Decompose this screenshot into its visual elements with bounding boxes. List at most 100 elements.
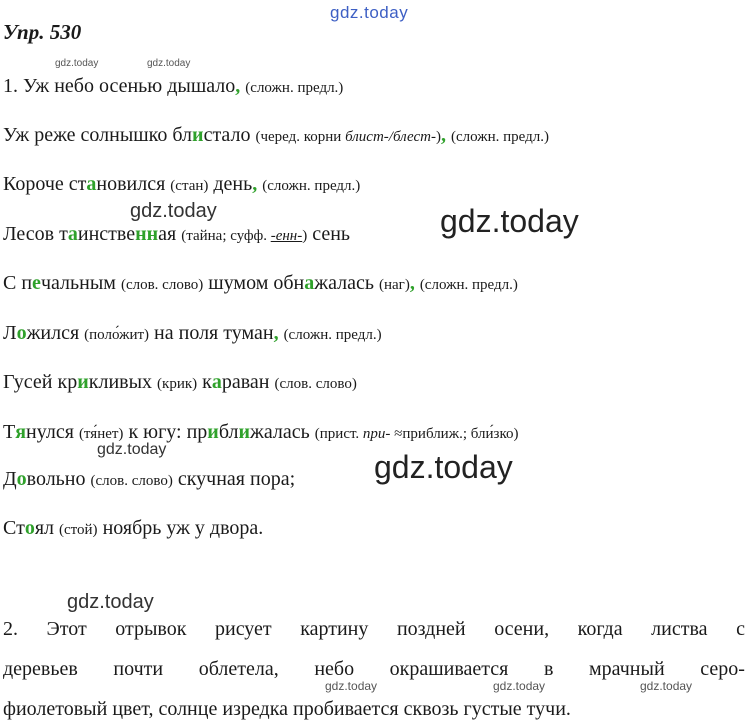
highlight-letter: о	[24, 517, 35, 539]
line-text: Л	[3, 322, 17, 344]
watermark-mid: gdz.today	[97, 441, 167, 458]
line-text: инстве	[77, 223, 136, 245]
highlight-letter: о	[16, 322, 27, 344]
poem-line-6: Ложился (поло́жит) на поля туман, (сложн…	[3, 323, 382, 343]
grammar-note: (поло́жит)	[84, 327, 150, 343]
word: отрывок	[115, 618, 187, 640]
paragraph-2-row-3: фиолетовый цвет, солнце изредка пробивае…	[3, 698, 571, 720]
line-text: Уж реже солнышко бл	[3, 124, 193, 146]
poem-line-3: Короче становился (стан) день, (сложн. п…	[3, 174, 360, 194]
poem-line-1: 1. Уж небо осенью дышало, (сложн. предл.…	[3, 76, 343, 96]
grammar-note: ≈приближ.; бли́зко)	[390, 426, 519, 442]
highlight-letter: и	[207, 421, 219, 443]
grammar-note-italic: блист-/блест-	[345, 129, 436, 145]
line-text: 1. Уж небо осенью дышало	[3, 75, 236, 97]
word: рисует	[214, 618, 272, 640]
line-text: на поля туман	[154, 322, 274, 344]
grammar-note: (тя́нет)	[78, 426, 124, 442]
grammar-note-italic: -енн-	[270, 228, 303, 244]
watermark-top: gdz.today	[330, 3, 409, 22]
line-text: шумом обн	[208, 272, 305, 294]
line-text: Короче ст	[3, 173, 87, 195]
grammar-note: (слов. слово)	[120, 277, 204, 293]
highlight-comma: ,	[235, 75, 241, 97]
highlight-letter: и	[77, 371, 89, 393]
highlight-comma: ,	[273, 322, 279, 344]
line-text: новился	[96, 173, 166, 195]
highlight-comma: ,	[409, 272, 415, 294]
highlight-comma: ,	[441, 124, 446, 146]
line-text: ая	[158, 223, 177, 245]
line-text: ноябрь уж у двора.	[102, 517, 264, 539]
poem-line-4: Лесов таинственная (тайна; суфф. -енн-) …	[3, 224, 350, 244]
grammar-note: (сложн. предл.)	[283, 327, 382, 343]
word: в	[543, 658, 554, 680]
line-text: жился	[26, 322, 80, 344]
poem-line-5: С печальным (слов. слово) шумом обнажала…	[3, 273, 518, 293]
highlight-letter: я	[15, 421, 27, 443]
highlight-letter: и	[192, 124, 204, 146]
highlight-letter: е	[32, 272, 41, 294]
grammar-note: (сложн. предл.)	[419, 277, 518, 293]
watermark-small: gdz.today	[325, 679, 378, 693]
highlight-letter: а	[211, 371, 222, 393]
word: осени,	[494, 618, 550, 640]
line-text: кливых	[88, 371, 153, 393]
line-text: Лесов т	[3, 223, 68, 245]
grammar-note: (сложн. предл.)	[451, 129, 550, 145]
line-text: бл	[218, 421, 239, 443]
watermark-mid: gdz.today	[130, 200, 217, 222]
grammar-note: (слов. слово)	[274, 376, 357, 392]
line-text: жалась	[314, 272, 374, 294]
poem-line-7: Гусей крикливых (крик) караван (слов. сл…	[3, 372, 357, 392]
highlight-letter: а	[86, 173, 97, 195]
grammar-note: (наг)	[378, 277, 410, 293]
word: окрашивается	[389, 658, 509, 680]
poem-line-8: Тянулся (тя́нет) к югу: приближалась (пр…	[3, 422, 518, 442]
line-text: к югу: пр	[128, 421, 208, 443]
word: 2.	[3, 618, 18, 640]
word: Этот	[46, 618, 87, 640]
watermark-small: gdz.today	[493, 679, 546, 693]
exercise-title: Упр. 530	[3, 20, 82, 44]
line-text: раван	[221, 371, 270, 393]
grammar-note: (сложн. предл.)	[262, 178, 361, 194]
line-text: чальным	[40, 272, 116, 294]
word: мрачный	[589, 658, 665, 680]
line-text: С п	[3, 272, 33, 294]
grammar-note: (стан)	[170, 178, 209, 194]
line-text: ял	[34, 517, 55, 539]
word: с	[736, 618, 745, 640]
line-text: день	[213, 173, 253, 195]
grammar-note: (тайна; суфф.	[181, 228, 271, 244]
watermark-small: gdz.today	[147, 58, 191, 69]
line-text: Гусей кр	[3, 371, 78, 393]
line-text: стало	[203, 124, 251, 146]
grammar-note: )	[302, 228, 308, 244]
highlight-letter: и	[238, 421, 251, 443]
line-text: жалась	[250, 421, 310, 443]
highlight-letter: нн	[135, 223, 159, 245]
line-text: к	[202, 371, 212, 393]
word: серо-	[700, 658, 745, 680]
line-text: Т	[3, 421, 16, 443]
paragraph-2-row-1: 2. Этот отрывок рисует картину поздней о…	[3, 619, 745, 639]
highlight-letter: о	[16, 468, 27, 490]
grammar-note: (стой)	[59, 522, 98, 538]
grammar-note: (прист.	[314, 426, 363, 442]
word: листва	[651, 618, 708, 640]
paragraph-2-row-2: деревьев почти облетела, небо окрашивает…	[3, 659, 745, 679]
watermark-big: gdz.today	[374, 449, 513, 485]
poem-line-10: Стоял (стой) ноябрь уж у двора.	[3, 518, 263, 538]
watermark-mid: gdz.today	[67, 591, 154, 613]
watermark-big: gdz.today	[440, 203, 579, 239]
word: картину	[300, 618, 369, 640]
word: облетела,	[198, 658, 279, 680]
line-text: нулся	[26, 421, 74, 443]
watermark-small: gdz.today	[640, 679, 693, 693]
poem-line-9: Довольно (слов. слово) скучная пора;	[3, 469, 295, 489]
word: небо	[314, 658, 355, 680]
grammar-note: (слов. слово)	[90, 473, 173, 489]
highlight-letter: а	[304, 272, 315, 294]
grammar-note: (крик)	[157, 376, 198, 392]
